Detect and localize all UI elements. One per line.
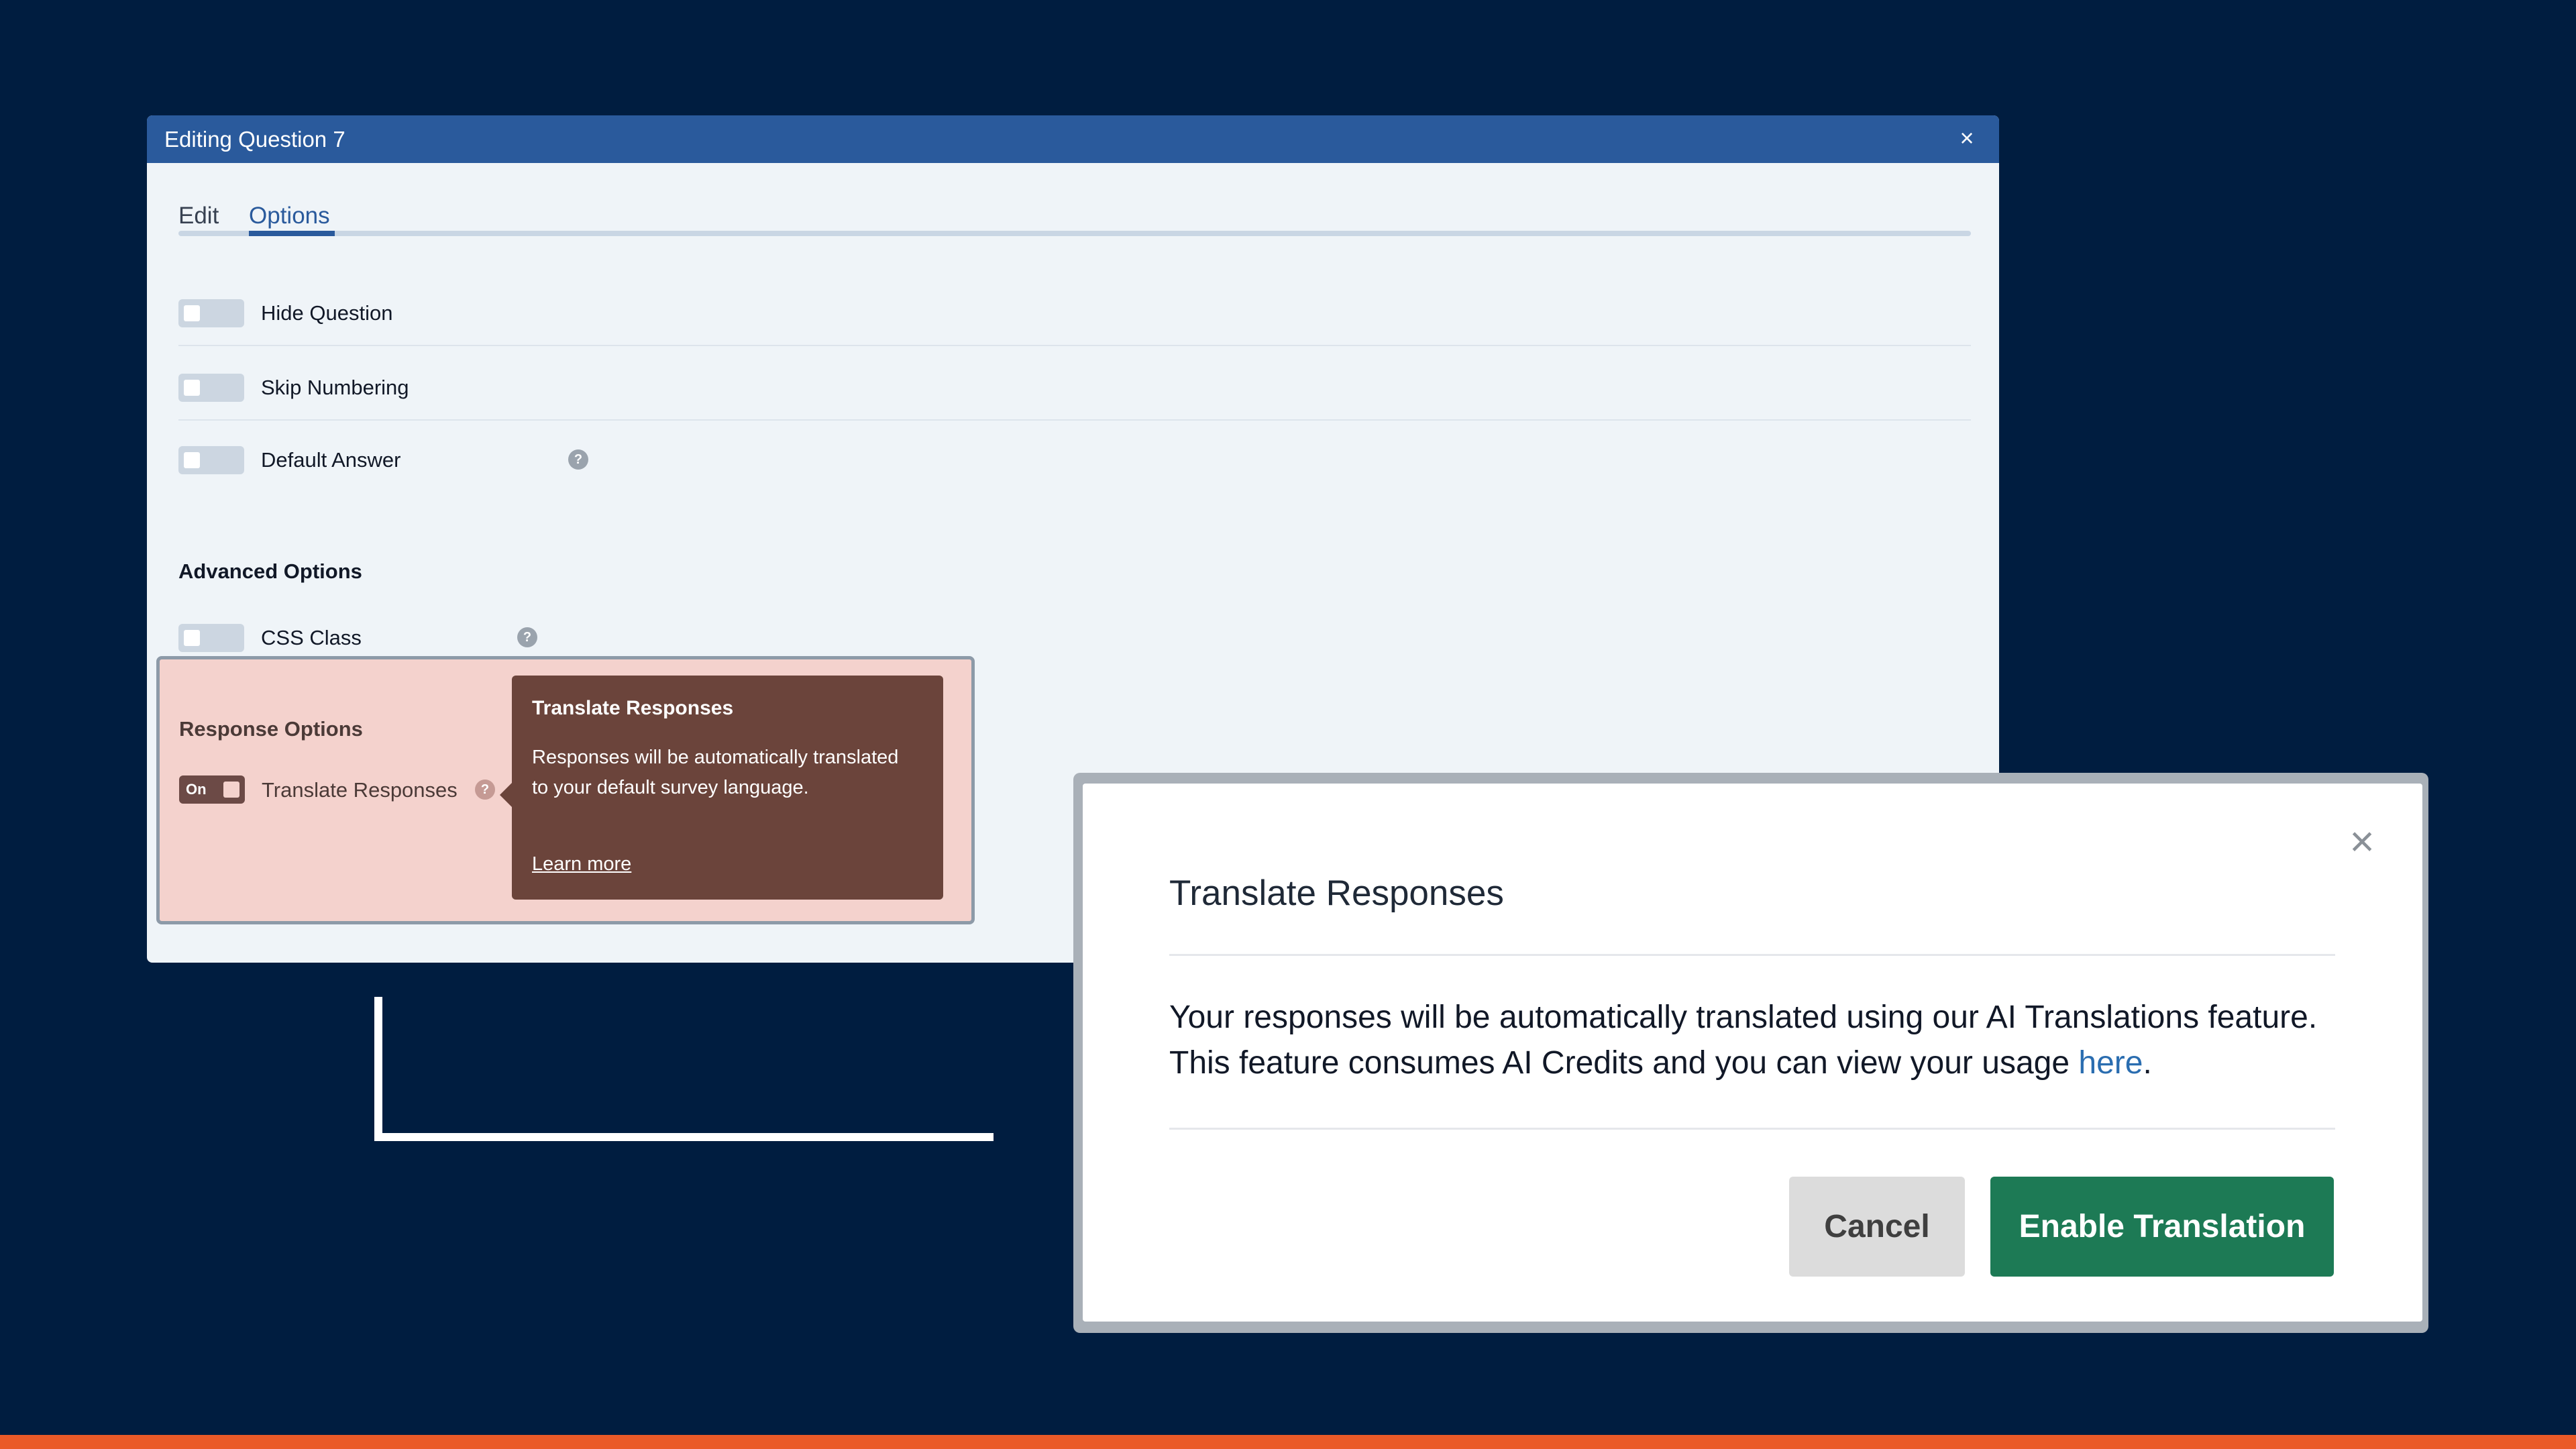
translate-responses-toggle[interactable]: On [179, 775, 245, 804]
toggle-state-text: On [186, 781, 207, 798]
modal-body-line-2: This feature consumes AI Credits and you… [1169, 1045, 2079, 1081]
cancel-button[interactable]: Cancel [1789, 1177, 1965, 1277]
hide-question-toggle[interactable] [178, 299, 244, 327]
option-row-hide-question: Hide Question [178, 272, 1971, 346]
option-row-skip-numbering: Skip Numbering [178, 347, 1971, 421]
close-icon[interactable]: × [1953, 125, 1980, 152]
modal-title: Translate Responses [1169, 873, 1504, 913]
help-icon[interactable]: ? [568, 449, 588, 470]
help-icon[interactable]: ? [475, 780, 495, 800]
tab-bar: Edit Options [178, 203, 1971, 236]
active-tab-indicator [249, 231, 335, 236]
learn-more-link[interactable]: Learn more [532, 851, 631, 877]
usage-link[interactable]: here [2078, 1045, 2143, 1081]
tab-divider [178, 231, 1971, 236]
hide-question-label: Hide Question [261, 301, 393, 325]
advanced-options-heading: Advanced Options [178, 559, 362, 583]
modal-body-period: . [2143, 1045, 2152, 1081]
css-class-label: CSS Class [261, 626, 362, 649]
tooltip-title: Translate Responses [532, 697, 734, 719]
toggle-knob [184, 305, 200, 321]
enable-translation-button[interactable]: Enable Translation [1990, 1177, 2334, 1277]
translate-responses-tooltip: Translate Responses Responses will be au… [500, 676, 943, 900]
connector-line [374, 997, 994, 1141]
tooltip-arrow [500, 783, 512, 807]
toggle-knob [184, 452, 200, 468]
response-options-heading: Response Options [179, 717, 363, 741]
editor-title: Editing Question 7 [164, 127, 345, 152]
translate-responses-label: Translate Responses [262, 778, 458, 802]
toggle-knob [184, 630, 200, 646]
option-row-default-answer: Default Answer ? [178, 421, 1971, 494]
css-class-toggle[interactable] [178, 624, 244, 652]
modal-divider-top [1169, 954, 2335, 956]
tab-options[interactable]: Options [249, 203, 330, 229]
tooltip-body: Responses will be automatically translat… [532, 747, 899, 798]
editor-titlebar: Editing Question 7 × [147, 115, 1999, 163]
toggle-knob [184, 380, 200, 396]
default-answer-label: Default Answer [261, 448, 401, 472]
modal-body-line-1: Your responses will be automatically tra… [1169, 1000, 2318, 1035]
help-icon[interactable]: ? [517, 627, 537, 647]
accent-bottom-bar [0, 1435, 2576, 1449]
response-options-highlight: Response Options On Translate Responses … [156, 656, 975, 924]
translate-responses-modal: × Translate Responses Your responses wil… [1083, 784, 2422, 1322]
modal-body: Your responses will be automatically tra… [1169, 995, 2350, 1086]
default-answer-toggle[interactable] [178, 446, 244, 474]
modal-divider-bottom [1169, 1128, 2335, 1130]
skip-numbering-toggle[interactable] [178, 374, 244, 402]
toggle-knob [223, 782, 239, 798]
modal-frame: × Translate Responses Your responses wil… [1073, 773, 2428, 1333]
skip-numbering-label: Skip Numbering [261, 376, 409, 399]
tab-edit[interactable]: Edit [178, 203, 219, 229]
close-icon[interactable]: × [2342, 820, 2382, 863]
